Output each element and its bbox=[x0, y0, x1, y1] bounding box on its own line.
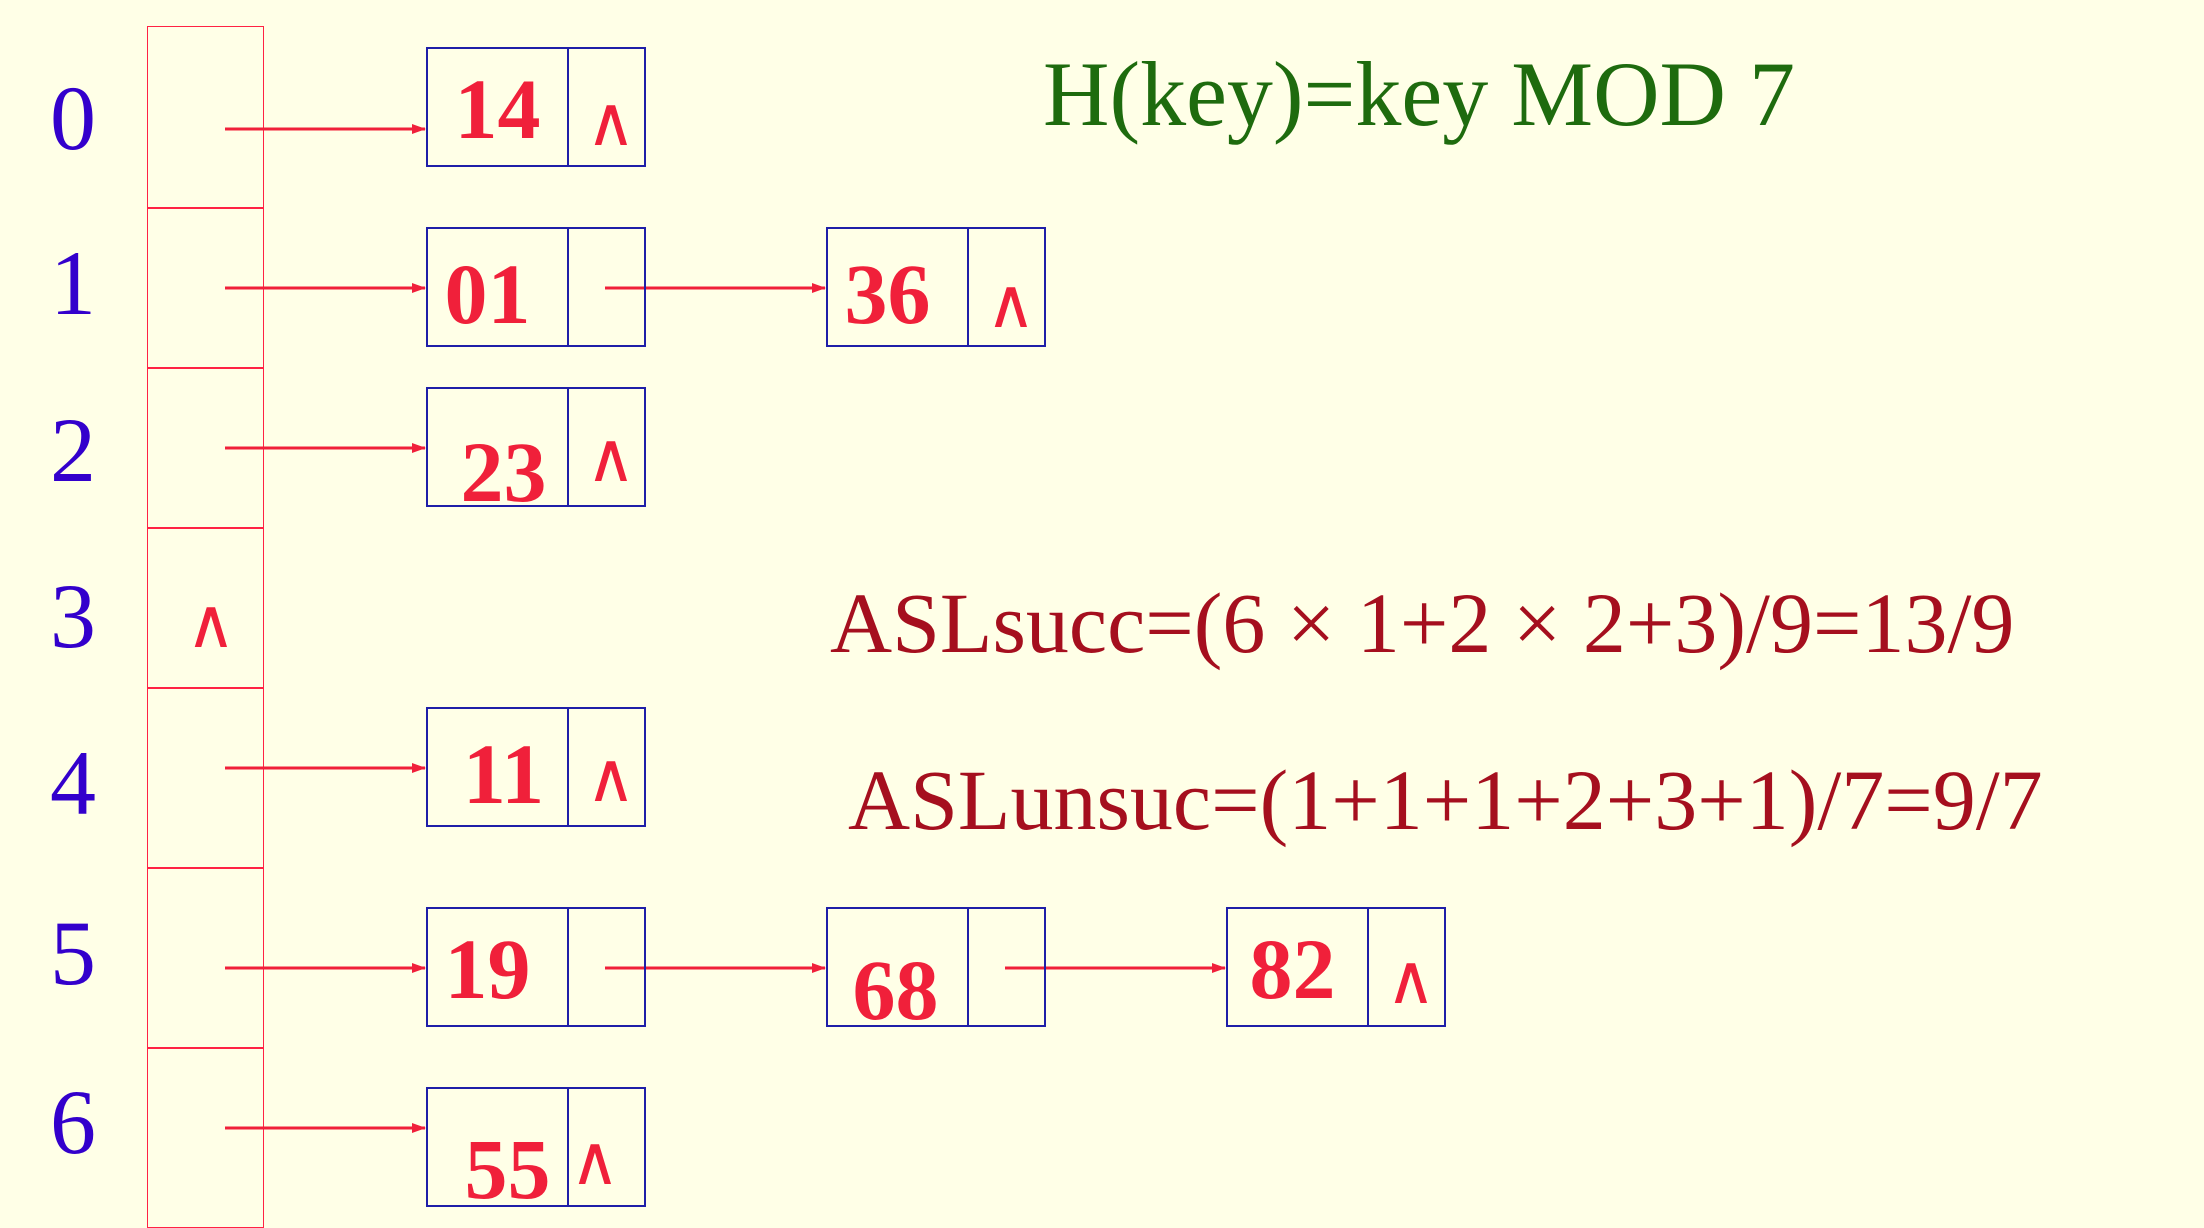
list-node: 11 ∧ bbox=[426, 707, 646, 827]
node-value: 19 bbox=[444, 921, 531, 1017]
node-value: 82 bbox=[1249, 921, 1336, 1017]
null-marker: ∧ bbox=[986, 266, 1036, 342]
node-divider bbox=[567, 49, 569, 165]
list-node: 55 ∧ bbox=[426, 1087, 646, 1212]
list-node: 36 ∧ bbox=[826, 227, 1046, 347]
node-value: 14 bbox=[454, 61, 541, 157]
null-marker: ∧ bbox=[1386, 942, 1436, 1018]
null-marker: ∧ bbox=[586, 84, 636, 160]
null-marker: ∧ bbox=[586, 420, 636, 496]
node-divider bbox=[1367, 909, 1369, 1025]
node-value: 36 bbox=[844, 246, 931, 342]
node-value: 11 bbox=[462, 726, 545, 822]
list-node: 82 ∧ bbox=[1226, 907, 1446, 1027]
null-marker: ∧ bbox=[586, 740, 636, 816]
node-divider bbox=[967, 229, 969, 345]
node-value: 68 bbox=[852, 942, 939, 1038]
arrows-layer bbox=[225, 124, 1226, 1133]
node-divider bbox=[567, 229, 569, 345]
list-node: 14 ∧ bbox=[426, 47, 646, 167]
node-value: 23 bbox=[460, 424, 547, 520]
hash-chain-diagram: H(key)=key MOD 7 ASLsucc=(6 × 1+2 × 2+3)… bbox=[0, 0, 2204, 1228]
list-node: 19 bbox=[426, 907, 646, 1027]
node-value: 01 bbox=[444, 246, 531, 342]
null-marker: ∧ bbox=[570, 1123, 620, 1199]
list-node: 23 ∧ bbox=[426, 387, 646, 515]
list-node: 68 bbox=[826, 907, 1046, 1033]
node-divider bbox=[567, 909, 569, 1025]
list-node: 01 bbox=[426, 227, 646, 347]
node-divider bbox=[967, 909, 969, 1025]
node-value: 55 bbox=[464, 1121, 551, 1217]
